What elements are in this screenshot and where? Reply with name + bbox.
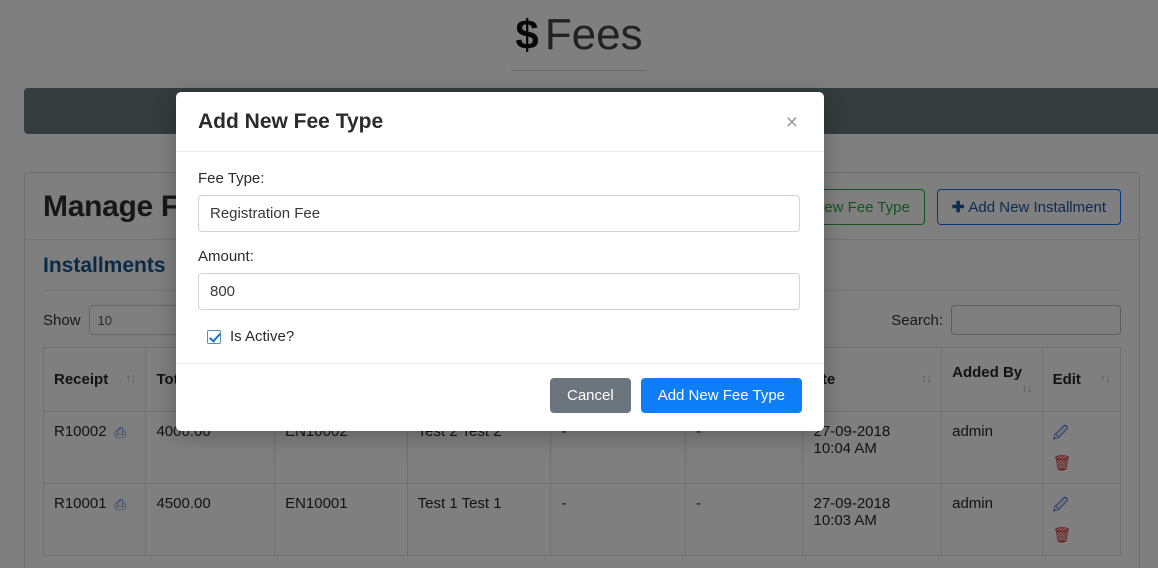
modal-body: Fee Type: Amount: Is Active?: [176, 152, 824, 363]
close-icon[interactable]: ×: [784, 112, 800, 133]
modal-title: Add New Fee Type: [198, 110, 384, 133]
modal-header: Add New Fee Type ×: [176, 92, 824, 152]
fee-type-label: Fee Type:: [198, 170, 265, 187]
add-new-fee-type-modal: Add New Fee Type × Fee Type: Amount: Is …: [176, 92, 824, 431]
fee-type-input[interactable]: [198, 195, 800, 232]
is-active-checkbox[interactable]: [207, 329, 221, 344]
amount-input[interactable]: [198, 273, 800, 310]
amount-label: Amount:: [198, 248, 254, 265]
is-active-row: Is Active?: [198, 326, 800, 349]
submit-add-new-fee-type-button[interactable]: Add New Fee Type: [640, 378, 802, 413]
is-active-label: Is Active?: [230, 328, 295, 345]
cancel-button[interactable]: Cancel: [550, 378, 631, 413]
modal-footer: Cancel Add New Fee Type: [176, 363, 824, 431]
